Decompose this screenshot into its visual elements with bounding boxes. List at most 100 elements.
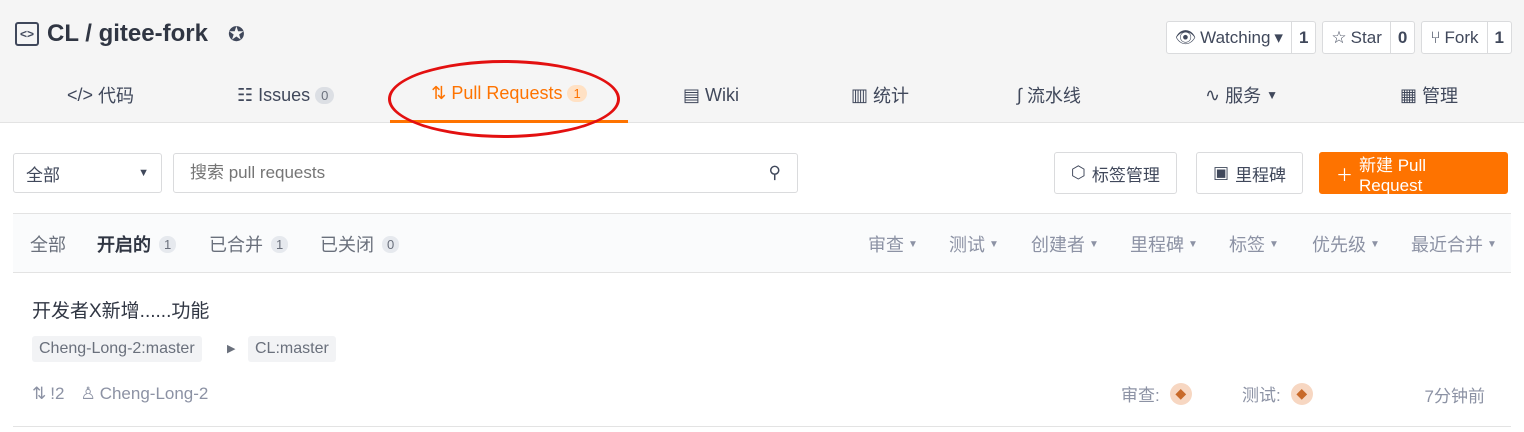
target-branch[interactable]: CL:master bbox=[248, 336, 336, 362]
tester-avatar[interactable]: ◆ bbox=[1290, 382, 1313, 405]
tag-icon: ⬡ bbox=[1071, 163, 1086, 182]
pull-request-icon: ⇅ bbox=[32, 384, 47, 403]
filter-author-label: 创建者 bbox=[1031, 235, 1085, 255]
filter-merged-label: 已合并 bbox=[209, 235, 263, 255]
issues-icon: ☷ bbox=[237, 84, 254, 105]
pr-updated-time: 7分钟前 bbox=[1424, 387, 1485, 406]
filter-test-dropdown[interactable]: 测试 ▼ bbox=[949, 214, 999, 274]
tester-label: 测试: bbox=[1242, 386, 1281, 405]
filter-test-label: 测试 bbox=[949, 235, 985, 255]
pr-number[interactable]: ⇅ !2 bbox=[32, 384, 64, 404]
caret-down-icon: ▼ bbox=[1269, 238, 1279, 250]
star-button[interactable]: ☆ Star 0 bbox=[1322, 21, 1416, 54]
filter-open-label: 开启的 bbox=[97, 235, 151, 255]
filter-sort-label: 最近合并 bbox=[1411, 235, 1483, 255]
pr-list-item: 开发者X新增......功能 Cheng-Long-2:master ▶ CL:… bbox=[13, 274, 1511, 427]
filter-milestone-dropdown[interactable]: 里程碑 ▼ bbox=[1130, 214, 1198, 274]
filter-review-dropdown[interactable]: 审查 ▼ bbox=[868, 214, 918, 274]
tab-wiki-label: Wiki bbox=[705, 84, 740, 105]
repo-owner[interactable]: CL bbox=[47, 20, 79, 47]
search-box: ⚲ bbox=[173, 153, 798, 193]
scope-select-value: 全部 bbox=[26, 165, 60, 185]
filter-closed-label: 已关闭 bbox=[320, 235, 374, 255]
new-pull-request-button[interactable]: ＋ 新建 Pull Request bbox=[1319, 152, 1508, 195]
filter-milestone-label: 里程碑 bbox=[1130, 235, 1184, 255]
filter-all[interactable]: 全部 bbox=[30, 214, 66, 274]
pr-number-label: !2 bbox=[50, 384, 65, 403]
pr-author[interactable]: ♙ Cheng-Long-2 bbox=[80, 384, 208, 404]
pr-meta: ⇅ !2 ♙ Cheng-Long-2 bbox=[32, 384, 208, 404]
filter-label-dropdown[interactable]: 标签 ▼ bbox=[1229, 214, 1279, 274]
tab-manage-label: 管理 bbox=[1422, 86, 1459, 106]
eye-icon: 👁 bbox=[1174, 27, 1197, 47]
watch-count[interactable]: 1 bbox=[1290, 22, 1315, 53]
milestone-icon: ▣ bbox=[1213, 163, 1230, 182]
reviewer-avatar[interactable]: ◆ bbox=[1169, 382, 1192, 405]
search-input[interactable] bbox=[190, 163, 710, 183]
filter-merged-count: 1 bbox=[271, 235, 289, 253]
tab-pipeline[interactable]: ∫ 流水线 bbox=[1017, 67, 1081, 123]
pr-author-label: Cheng-Long-2 bbox=[99, 384, 209, 403]
tab-issues[interactable]: ☷ Issues 0 bbox=[237, 67, 335, 123]
repo-header: <> CL / gitee-fork ✪ 👁 Watching ▾ 1 ☆ Star … bbox=[0, 0, 1524, 138]
milestone-button[interactable]: ▣ 里程碑 bbox=[1196, 152, 1304, 194]
label-manage-label: 标签管理 bbox=[1091, 165, 1160, 185]
repo-full-name[interactable]: CL / gitee-fork bbox=[47, 20, 208, 48]
caret-down-icon: ▼ bbox=[989, 238, 999, 250]
fork-button[interactable]: ⑂ Fork 1 bbox=[1421, 21, 1512, 54]
fork-label: Fork bbox=[1444, 27, 1479, 47]
repo-title: <> CL / gitee-fork ✪ bbox=[15, 20, 245, 48]
repo-name[interactable]: gitee-fork bbox=[99, 20, 208, 47]
source-branch[interactable]: Cheng-Long-2:master bbox=[32, 336, 202, 362]
caret-down-icon: ▼ bbox=[138, 167, 149, 179]
tab-issues-count: 0 bbox=[315, 86, 335, 104]
filter-sort-dropdown[interactable]: 最近合并 ▼ bbox=[1411, 214, 1497, 274]
fork-count[interactable]: 1 bbox=[1486, 22, 1511, 53]
book-icon: ▤ bbox=[683, 84, 701, 105]
plus-icon: ＋ bbox=[1336, 165, 1353, 185]
tab-issues-label: Issues bbox=[258, 84, 311, 105]
tab-code[interactable]: </> 代码 bbox=[67, 67, 134, 123]
tab-services[interactable]: ∿ 服务 ▼ bbox=[1205, 67, 1278, 123]
filter-review-label: 审查 bbox=[868, 235, 904, 255]
pr-toolbar: 全部 ▼ ⚲ ⬡ 标签管理 ▣ 里程碑 ＋ 新建 Pull Request bbox=[13, 152, 1508, 195]
label-manage-button[interactable]: ⬡ 标签管理 bbox=[1054, 152, 1177, 194]
filter-priority-dropdown[interactable]: 优先级 ▼ bbox=[1312, 214, 1380, 274]
caret-down-icon: ▼ bbox=[1089, 238, 1099, 250]
filter-merged[interactable]: 已合并 1 bbox=[209, 214, 289, 274]
reviewer-label: 审查: bbox=[1121, 386, 1160, 405]
new-pull-request-label: 新建 Pull Request bbox=[1359, 155, 1427, 195]
star-count[interactable]: 0 bbox=[1389, 22, 1414, 53]
pipeline-icon: ∫ bbox=[1017, 84, 1022, 105]
filter-closed[interactable]: 已关闭 0 bbox=[320, 214, 400, 274]
pr-title-link[interactable]: 开发者X新增......功能 bbox=[32, 296, 209, 323]
repo-separator: / bbox=[85, 20, 92, 47]
certified-badge-icon[interactable]: ✪ bbox=[228, 22, 245, 47]
star-label: Star bbox=[1350, 27, 1382, 47]
milestone-label: 里程碑 bbox=[1235, 165, 1287, 185]
repo-tabs: </> 代码 ☷ Issues 0 ⇅ Pull Requests 1 ▤ Wiki ▥ 统计… bbox=[0, 67, 1524, 123]
caret-down-icon: ▼ bbox=[1188, 238, 1198, 250]
filter-bar: 全部 开启的 1 已合并 1 已关闭 0 审查 ▼ 测试 ▼ 创建者 ▼ 里程碑 ▼ 标签 ▼ … bbox=[13, 213, 1511, 273]
search-icon[interactable]: ⚲ bbox=[769, 163, 781, 183]
filter-label-label: 标签 bbox=[1229, 235, 1265, 255]
watch-label: Watching bbox=[1200, 27, 1271, 47]
repo-actions: 👁 Watching ▾ 1 ☆ Star 0 ⑂ Fork 1 bbox=[1165, 21, 1512, 54]
user-icon: ♙ bbox=[80, 384, 96, 403]
scope-select[interactable]: 全部 ▼ bbox=[13, 153, 162, 193]
filter-open[interactable]: 开启的 1 bbox=[97, 214, 177, 274]
code-repo-icon: <> bbox=[15, 22, 39, 46]
star-icon: ☆ bbox=[1331, 27, 1347, 47]
watch-button[interactable]: 👁 Watching ▾ 1 bbox=[1165, 21, 1317, 54]
tab-manage[interactable]: ▦ 管理 bbox=[1400, 67, 1458, 123]
chevron-down-icon: ▾ bbox=[1274, 27, 1283, 47]
tab-pipeline-label: 流水线 bbox=[1026, 86, 1081, 106]
tab-services-label: 服务 bbox=[1225, 86, 1262, 106]
filter-author-dropdown[interactable]: 创建者 ▼ bbox=[1031, 214, 1099, 274]
tab-wiki[interactable]: ▤ Wiki bbox=[683, 67, 739, 123]
annotation-circle bbox=[388, 60, 620, 138]
caret-down-icon: ▼ bbox=[1487, 238, 1497, 250]
pr-reviewers: 审查: ◆ bbox=[1121, 381, 1192, 406]
code-icon: </> bbox=[67, 84, 94, 105]
tab-stats[interactable]: ▥ 统计 bbox=[851, 67, 909, 123]
